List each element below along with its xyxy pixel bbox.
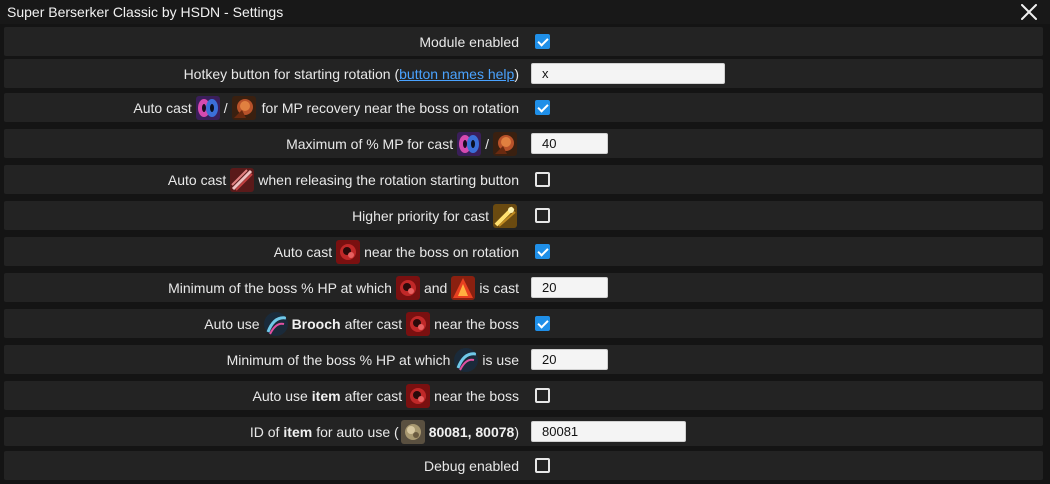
setting-label-suffix: when releasing the rotation starting but… bbox=[258, 171, 519, 188]
window-title: Super Berserker Classic by HSDN - Settin… bbox=[7, 4, 284, 20]
debug-enabled-checkbox[interactable] bbox=[535, 458, 550, 473]
brooch-icon bbox=[263, 311, 288, 336]
setting-row-min-boss-hp-use: Minimum of the boss % HP at which is use… bbox=[4, 345, 1043, 374]
setting-label-suffix: near the boss bbox=[434, 387, 519, 404]
setting-label-suffix: ) bbox=[514, 65, 519, 82]
setting-row-min-boss-hp-cast: Minimum of the boss % HP at which and is… bbox=[4, 273, 1043, 302]
setting-label-suffix: near the boss on rotation bbox=[364, 243, 519, 260]
setting-label: Auto cast bbox=[133, 99, 192, 116]
setting-label: Debug enabled bbox=[424, 457, 519, 474]
setting-label: Minimum of the boss % HP at which bbox=[226, 351, 451, 368]
flame-head-icon bbox=[493, 131, 517, 156]
mask-icon bbox=[457, 131, 482, 156]
mp-recovery-checkbox[interactable] bbox=[535, 100, 550, 115]
module-enabled-checkbox[interactable] bbox=[535, 34, 550, 49]
setting-label: Maximum of % MP for cast bbox=[286, 135, 454, 152]
setting-row-release-cast: Auto cast when releasing the rotation st… bbox=[4, 165, 1043, 194]
setting-label-mid: and bbox=[423, 279, 448, 296]
setting-label-suffix: for MP recovery near the boss on rotatio… bbox=[261, 99, 519, 116]
red-beast-icon bbox=[406, 311, 431, 336]
setting-label: ID of bbox=[249, 423, 280, 440]
flame-head-icon bbox=[231, 95, 256, 120]
setting-label-mid: after cast bbox=[344, 387, 403, 404]
setting-label: Module enabled bbox=[419, 33, 519, 50]
auto-cast-boss-checkbox[interactable] bbox=[535, 244, 550, 259]
mask-icon bbox=[195, 95, 220, 120]
setting-label-suffix: is use bbox=[482, 351, 519, 368]
item-id-input[interactable]: 80081 bbox=[531, 421, 686, 442]
slash-icon bbox=[230, 167, 255, 192]
setting-row-brooch: Auto use Brooch after cast near the boss bbox=[4, 309, 1043, 338]
setting-label: Higher priority for cast bbox=[352, 207, 489, 224]
close-icon bbox=[1021, 4, 1037, 20]
item-icon bbox=[400, 419, 425, 444]
close-button[interactable] bbox=[1018, 1, 1040, 23]
setting-row-mp-recovery: Auto cast / for MP recovery near the bos… bbox=[4, 93, 1043, 122]
brooch-bold-label: Brooch bbox=[291, 315, 341, 332]
hotkey-input[interactable]: x bbox=[531, 63, 725, 84]
setting-row-auto-cast-boss: Auto cast near the boss on rotation bbox=[4, 237, 1043, 266]
settings-window: Super Berserker Classic by HSDN - Settin… bbox=[0, 0, 1050, 484]
separator: / bbox=[485, 135, 489, 152]
min-boss-hp-use-input[interactable]: 20 bbox=[531, 349, 608, 370]
setting-label-mid: after cast bbox=[344, 315, 403, 332]
setting-row-higher-priority: Higher priority for cast bbox=[4, 201, 1043, 230]
separator: / bbox=[223, 99, 228, 116]
setting-row-item-id: ID of item for auto use ( 80081, 80078 )… bbox=[4, 417, 1043, 446]
item-ids-bold-label: 80081, 80078 bbox=[428, 423, 515, 440]
golden-blade-icon bbox=[493, 203, 517, 228]
brooch-checkbox[interactable] bbox=[535, 316, 550, 331]
setting-label-suffix: is cast bbox=[479, 279, 519, 296]
setting-row-module-enabled: Module enabled bbox=[4, 27, 1043, 56]
higher-priority-checkbox[interactable] bbox=[535, 208, 550, 223]
auto-use-item-checkbox[interactable] bbox=[535, 388, 550, 403]
item-bold-label: item bbox=[283, 423, 313, 440]
setting-label-mid: for auto use ( bbox=[316, 423, 399, 440]
setting-label: Auto cast bbox=[167, 171, 227, 188]
red-beast-icon bbox=[395, 275, 420, 300]
brooch-icon bbox=[454, 347, 479, 372]
red-beast-icon bbox=[336, 239, 361, 264]
setting-label: Auto cast bbox=[273, 243, 333, 260]
setting-label-suffix: ) bbox=[514, 423, 519, 440]
setting-label-suffix: near the boss bbox=[434, 315, 519, 332]
item-bold-label: item bbox=[311, 387, 341, 404]
title-bar: Super Berserker Classic by HSDN - Settin… bbox=[0, 0, 1050, 24]
setting-label: Auto use bbox=[204, 315, 260, 332]
red-fury-icon bbox=[451, 275, 476, 300]
setting-label: Hotkey button for starting rotation ( bbox=[183, 65, 400, 82]
min-boss-hp-cast-input[interactable]: 20 bbox=[531, 277, 608, 298]
setting-row-hotkey: Hotkey button for starting rotation ( bu… bbox=[4, 59, 1043, 88]
setting-row-debug-enabled: Debug enabled bbox=[4, 451, 1043, 480]
setting-label: Minimum of the boss % HP at which bbox=[168, 279, 392, 296]
max-mp-input[interactable]: 40 bbox=[531, 133, 608, 154]
release-cast-checkbox[interactable] bbox=[535, 172, 550, 187]
setting-row-max-mp: Maximum of % MP for cast / 40 bbox=[4, 129, 1043, 158]
button-names-help-link[interactable]: button names help bbox=[399, 65, 514, 83]
setting-row-auto-use-item: Auto use item after cast near the boss bbox=[4, 381, 1043, 410]
red-beast-icon bbox=[406, 383, 431, 408]
setting-label: Auto use bbox=[252, 387, 308, 404]
